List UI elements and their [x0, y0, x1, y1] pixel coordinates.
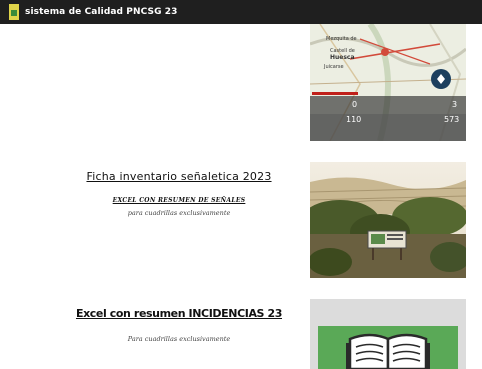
- site-title[interactable]: sistema de Calidad PNCSG 23: [25, 7, 178, 17]
- map-thumbnail[interactable]: Mezquita de Castell de Huesca Juicarse 0…: [310, 24, 466, 141]
- signage-excel-link[interactable]: EXCEL CON RESUMEN DE SEÑALES: [72, 197, 286, 204]
- top-bar: sistema de Calidad PNCSG 23: [0, 0, 482, 24]
- map-stat-far: 573: [444, 115, 460, 124]
- map-stat-left: 0: [352, 100, 358, 109]
- map-label-3: Huesca: [330, 54, 355, 61]
- incidents-thumbnail[interactable]: [310, 299, 466, 369]
- map-label-1: Mezquita de: [326, 36, 357, 42]
- signage-title[interactable]: Ficha inventario señaletica 2023: [72, 170, 286, 183]
- signage-note: para cuadrillas exclusivamente: [127, 209, 231, 217]
- site-logo-icon[interactable]: [9, 4, 19, 20]
- incidents-title[interactable]: Excel con resumen INCIDENCIAS 23: [72, 307, 286, 320]
- book-icon: [310, 299, 466, 369]
- signage-text-block: Ficha inventario señaletica 2023 EXCEL C…: [72, 170, 286, 217]
- incidents-note: Para cuadrillas exclusivamente: [127, 335, 231, 343]
- incidents-text-block: Excel con resumen INCIDENCIAS 23 Para cu…: [72, 307, 286, 343]
- map-stat-right: 3: [452, 100, 458, 109]
- signage-photo[interactable]: [310, 162, 466, 278]
- landscape-photo: [310, 162, 466, 278]
- map-stat-mid: 110: [346, 115, 362, 124]
- map-label-4: Juicarse: [324, 64, 344, 70]
